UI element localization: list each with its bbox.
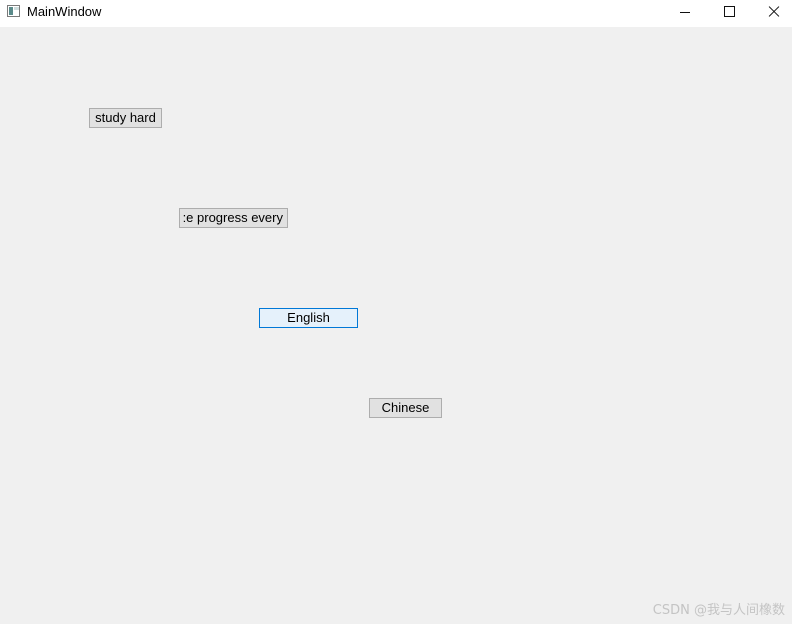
progress-button[interactable]: :e progress every bbox=[179, 208, 288, 228]
english-button[interactable]: English bbox=[259, 308, 358, 328]
watermark: CSDN @我与人间橡数 bbox=[652, 603, 785, 618]
study-hard-button[interactable]: study hard bbox=[89, 108, 162, 128]
maximize-button[interactable] bbox=[706, 0, 752, 27]
progress-button-label: :e progress every bbox=[182, 210, 283, 225]
chinese-button[interactable]: Chinese bbox=[369, 398, 442, 418]
window-title: MainWindow bbox=[27, 4, 102, 19]
main-window: MainWindow study hard :e progress every … bbox=[0, 0, 792, 624]
minimize-button[interactable] bbox=[662, 0, 708, 27]
app-window-icon bbox=[7, 5, 20, 17]
title-bar[interactable]: MainWindow bbox=[0, 0, 792, 27]
close-button[interactable] bbox=[751, 0, 792, 27]
